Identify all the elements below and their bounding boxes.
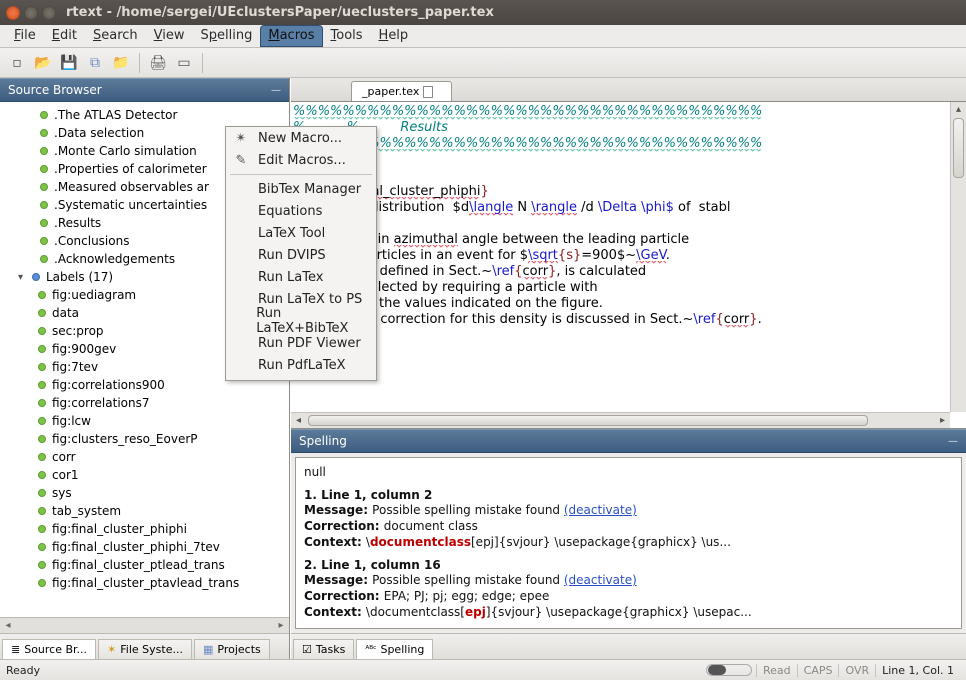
tree-label[interactable]: tab_system	[0, 502, 289, 520]
menu-latex-tool[interactable]: LaTeX Tool	[226, 222, 376, 244]
save-all-icon[interactable]: ⧉	[84, 52, 106, 74]
menu-help[interactable]: Help	[371, 25, 417, 47]
deactivate-link[interactable]: (deactivate)	[564, 573, 637, 587]
status-ovr: OVR	[838, 664, 875, 677]
tab-source-browser[interactable]: ≣Source Br...	[2, 639, 96, 659]
opacity-slider[interactable]	[706, 664, 752, 676]
editor-hscrollbar[interactable]: ◂▸	[291, 412, 950, 428]
panel-minimize-icon[interactable]: —	[271, 85, 281, 96]
panel-minimize-icon[interactable]: —	[948, 436, 958, 447]
menu-run-pdflatex[interactable]: Run PdfLaTeX	[226, 354, 376, 376]
sidebar-hscroll[interactable]: ◂▸	[0, 617, 289, 633]
sparkle-icon: ✴	[232, 131, 250, 146]
tree-icon: ✶	[107, 643, 116, 656]
open-folder-icon[interactable]: 📂	[32, 52, 54, 74]
minimize-icon[interactable]	[24, 6, 38, 20]
pencil-icon: ✎	[232, 153, 250, 168]
spelling-item-heading: 2. Line 1, column 16	[304, 558, 953, 572]
menu-run-pdf-viewer[interactable]: Run PDF Viewer	[226, 332, 376, 354]
menu-macros[interactable]: Macros	[260, 25, 322, 47]
tree-label[interactable]: cor1	[0, 466, 289, 484]
maximize-icon[interactable]	[42, 6, 56, 20]
menubar: File Edit Search View Spelling Macros To…	[0, 25, 966, 48]
bottom-tabs: ☑Tasks ᴬᴮᶜSpelling	[291, 633, 966, 659]
tree-label[interactable]: fig:correlations7	[0, 394, 289, 412]
menu-file[interactable]: File	[6, 25, 44, 47]
tab-file-system[interactable]: ✶File Syste...	[98, 639, 192, 659]
menu-run-latex[interactable]: Run LaTex	[226, 266, 376, 288]
menu-tools[interactable]: Tools	[323, 25, 371, 47]
tree-label[interactable]: fig:final_cluster_ptavlead_trans	[0, 574, 289, 592]
page-icon[interactable]: ▭	[173, 52, 195, 74]
status-cursor-pos: Line 1, Col. 1	[875, 664, 960, 677]
tree-label[interactable]: fig:final_cluster_ptlead_trans	[0, 556, 289, 574]
tree-label[interactable]: sys	[0, 484, 289, 502]
menu-run-dvips[interactable]: Run DVIPS	[226, 244, 376, 266]
tasks-icon: ☑	[302, 643, 312, 656]
macros-dropdown: ✴New Macro... ✎Edit Macros... BibTex Man…	[225, 126, 377, 381]
close-icon[interactable]	[6, 6, 20, 20]
editor-tab[interactable]: _paper.tex	[351, 81, 452, 101]
status-ready: Ready	[6, 664, 40, 677]
list-icon: ≣	[11, 643, 20, 656]
tree-label[interactable]: fig:final_cluster_phiphi_7tev	[0, 538, 289, 556]
new-file-icon[interactable]: ▫	[6, 52, 28, 74]
menu-view[interactable]: View	[146, 25, 193, 47]
editor-column: _paper.tex %%%%%%%%%%%%%%%%%%%%%%%%%%%%%…	[290, 78, 966, 659]
save-icon[interactable]: 💾	[58, 52, 80, 74]
menu-edit[interactable]: Edit	[44, 25, 85, 47]
menu-bibtex-manager[interactable]: BibTex Manager	[226, 178, 376, 200]
projects-icon: ▦	[203, 643, 213, 656]
editor-tabs: _paper.tex	[291, 78, 966, 102]
tree-section[interactable]: .The ATLAS Detector	[0, 106, 289, 124]
toolbar: ▫ 📂 💾 ⧉ 📁 🖨 ▭	[0, 48, 966, 78]
tree-label[interactable]: fig:final_cluster_phiphi	[0, 520, 289, 538]
statusbar: Ready Read CAPS OVR Line 1, Col. 1	[0, 659, 966, 680]
menu-spelling[interactable]: Spelling	[193, 25, 261, 47]
print-icon[interactable]: 🖨	[147, 52, 169, 74]
spelling-header: Spelling —	[291, 429, 966, 453]
sidebar-tabs: ≣Source Br... ✶File Syste... ▦Projects	[0, 633, 289, 659]
deactivate-link[interactable]: (deactivate)	[564, 503, 637, 517]
titlebar: rtext - /home/sergei/UEclustersPaper/uec…	[0, 0, 966, 25]
status-caps: CAPS	[797, 664, 839, 677]
open-project-icon[interactable]: 📁	[110, 52, 132, 74]
menu-run-latex-bibtex[interactable]: Run LaTeX+BibTeX	[226, 310, 376, 332]
source-browser-title: Source Browser	[8, 83, 102, 97]
editor-vscrollbar[interactable]: ▴	[950, 102, 966, 412]
spelling-title: Spelling	[299, 434, 347, 448]
menu-new-macro[interactable]: ✴New Macro...	[226, 127, 376, 149]
abc-icon: ᴬᴮᶜ	[365, 645, 376, 655]
window-title: rtext - /home/sergei/UEclustersPaper/uec…	[66, 5, 494, 20]
menu-equations[interactable]: Equations	[226, 200, 376, 222]
tab-projects[interactable]: ▦Projects	[194, 639, 270, 659]
spelling-item-heading: 1. Line 1, column 2	[304, 488, 953, 502]
tab-spelling[interactable]: ᴬᴮᶜSpelling	[356, 639, 433, 659]
document-icon	[423, 86, 433, 98]
spelling-null: null	[304, 464, 953, 480]
spelling-body[interactable]: null 1. Line 1, column 2 Message: Possib…	[295, 457, 962, 629]
status-read: Read	[756, 664, 797, 677]
tree-label[interactable]: fig:clusters_reso_EoverP	[0, 430, 289, 448]
tree-label[interactable]: corr	[0, 448, 289, 466]
source-browser-header: Source Browser —	[0, 78, 289, 102]
menu-search[interactable]: Search	[85, 25, 146, 47]
code-editor[interactable]: %%%%%%%%%%%%%%%%%%%%%%%%%%%%%%%%%%%%%% %…	[291, 102, 966, 428]
spelling-panel: Spelling — null 1. Line 1, column 2 Mess…	[291, 428, 966, 633]
menu-edit-macros[interactable]: ✎Edit Macros...	[226, 149, 376, 171]
tab-tasks[interactable]: ☑Tasks	[293, 639, 354, 659]
tree-label[interactable]: fig:lcw	[0, 412, 289, 430]
